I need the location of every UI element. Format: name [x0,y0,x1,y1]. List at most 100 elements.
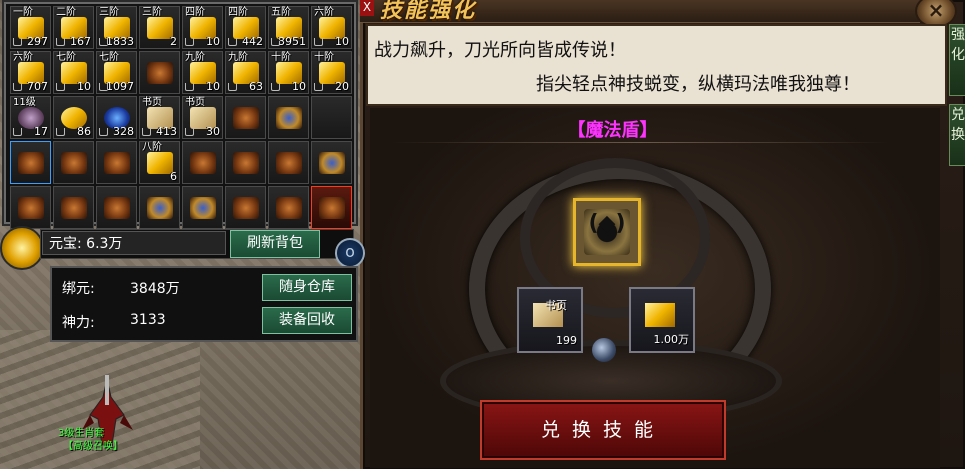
gear-icon [276,197,302,219]
exchange-skill-button[interactable]: 兑换技能 [480,400,726,460]
slot-quantity: 17 [34,125,48,138]
bag-slot[interactable]: 四阶 442 [225,6,266,49]
bag-slot[interactable] [311,186,352,229]
slot-quantity: 10 [335,35,349,48]
gear2-icon [147,197,173,219]
lock-icon [99,128,108,136]
cost-item-gold[interactable]: 1.00万 [629,287,695,353]
slot-label: 十阶 [314,52,334,63]
bag-slot[interactable] [225,186,266,229]
gear2-icon [276,107,302,129]
bag-slot[interactable]: 八阶 6 [139,141,180,184]
slot-quantity: 1097 [106,80,134,93]
bag-slot[interactable]: 三阶 1833 [96,6,137,49]
bag-slot[interactable] [139,51,180,94]
gold-ingot-icon [645,303,675,327]
description-box: 战力飙升，刀光所向皆成传说！ 指尖轻点神技蜕变，纵横玛法唯我独尊！ [366,24,947,106]
bag-slot[interactable]: 七阶 1097 [96,51,137,94]
slot-label: 二阶 [56,7,76,18]
slot-label: 四阶 [228,7,248,18]
recycle-button[interactable]: 装备回收 [262,307,352,334]
bag-slot[interactable]: 11级 17 [10,96,51,139]
bag-panel: 一阶 297 二阶 167 三阶 1833 三阶 2 四阶 10 四阶 442 五阶 3951 六阶 10 六阶… [4,2,356,229]
bag-slot[interactable]: 十阶 10 [268,51,309,94]
bag-slot[interactable] [311,96,352,139]
bag-slot[interactable]: 十阶 20 [311,51,352,94]
bag-slot[interactable]: 九阶 63 [225,51,266,94]
bag-slot[interactable]: 六阶 10 [311,6,352,49]
gear-icon [233,197,259,219]
lock-icon [142,128,151,136]
character-guild: 【高级召唤】 [63,441,123,452]
slot-quantity: 297 [27,35,48,48]
gear-icon [147,62,173,84]
gear-icon [61,197,87,219]
slot-quantity: 6 [170,170,177,183]
bag-slot[interactable]: 书页 30 [182,96,223,139]
lock-icon [56,128,65,136]
slot-quantity: 10 [206,35,220,48]
bag-slot[interactable]: 328 [96,96,137,139]
bag-slot[interactable] [53,186,94,229]
gear-icon [233,152,259,174]
bag-grid: 一阶 297 二阶 167 三阶 1833 三阶 2 四阶 10 四阶 442 五阶 3951 六阶 10 六阶… [10,6,352,229]
bag-slot[interactable]: 六阶 707 [10,51,51,94]
lock-icon [185,128,194,136]
slot-label: 七阶 [99,52,119,63]
power-label: 神力: [62,315,95,331]
refresh-bag-button[interactable]: 刷新背包 [230,230,320,258]
slot-quantity: 10 [206,80,220,93]
slot-quantity: 3951 [278,35,306,48]
skill-icon-slot[interactable]: (◆) [573,198,641,266]
title-bar: 技能强化 [360,0,920,23]
lock-icon [314,38,323,46]
bag-slot[interactable]: 五阶 3951 [268,6,309,49]
bag-slot[interactable]: 书页 413 [139,96,180,139]
bag-slot[interactable] [311,141,352,184]
bag-slot[interactable]: 一阶 297 [10,6,51,49]
bag-slot[interactable] [182,141,223,184]
bag-slot[interactable] [268,141,309,184]
bag-slot[interactable] [268,186,309,229]
swirl-icon[interactable]: o [335,238,365,268]
bag-slot[interactable]: 七阶 10 [53,51,94,94]
bag-slot[interactable] [268,96,309,139]
description-line-2: 指尖轻点神技蜕变，纵横玛法唯我独尊！ [536,74,860,95]
warehouse-button[interactable]: 随身仓库 [262,274,352,301]
lock-icon [56,83,65,91]
bag-slot[interactable] [182,186,223,229]
slot-label: 11级 [13,97,36,108]
bag-slot[interactable]: 四阶 10 [182,6,223,49]
bag-slot[interactable] [96,186,137,229]
bag-slot[interactable] [10,141,51,184]
power-value: 3133 [130,312,166,328]
slot-label: 十阶 [271,52,291,63]
exchange-skill-label: 兑换技能 [540,419,665,441]
slot-label: 三阶 [142,7,162,18]
altar-orb-icon [592,338,616,362]
title-art: 技能强化 [380,0,477,23]
slot-quantity: 442 [242,35,263,48]
bind-yuanbao-value: 3848万 [130,281,180,297]
cost-item-quantity: 199 [556,334,577,347]
bag-slot[interactable] [225,96,266,139]
bag-slot[interactable] [53,141,94,184]
gear-icon [61,152,87,174]
bag-slot[interactable]: 86 [53,96,94,139]
tab-strengthen[interactable]: 强化 [949,24,965,96]
slot-quantity: 1833 [106,35,134,48]
tab-exchange[interactable]: 兑换 [949,104,965,166]
bag-slot[interactable] [10,186,51,229]
character-name: 3级生肖套 [58,428,105,439]
cost-item-book-page[interactable]: 书页 199 [517,287,583,353]
close-x-icon[interactable]: X [360,0,374,16]
bag-slot[interactable]: 三阶 2 [139,6,180,49]
bag-slot[interactable]: 二阶 167 [53,6,94,49]
slot-quantity: 20 [335,80,349,93]
bag-slot[interactable] [96,141,137,184]
bag-slot[interactable] [225,141,266,184]
bag-slot[interactable]: 九阶 10 [182,51,223,94]
skill-glyph: (◆) [588,211,626,236]
slot-quantity: 2 [170,35,177,48]
bag-slot[interactable] [139,186,180,229]
